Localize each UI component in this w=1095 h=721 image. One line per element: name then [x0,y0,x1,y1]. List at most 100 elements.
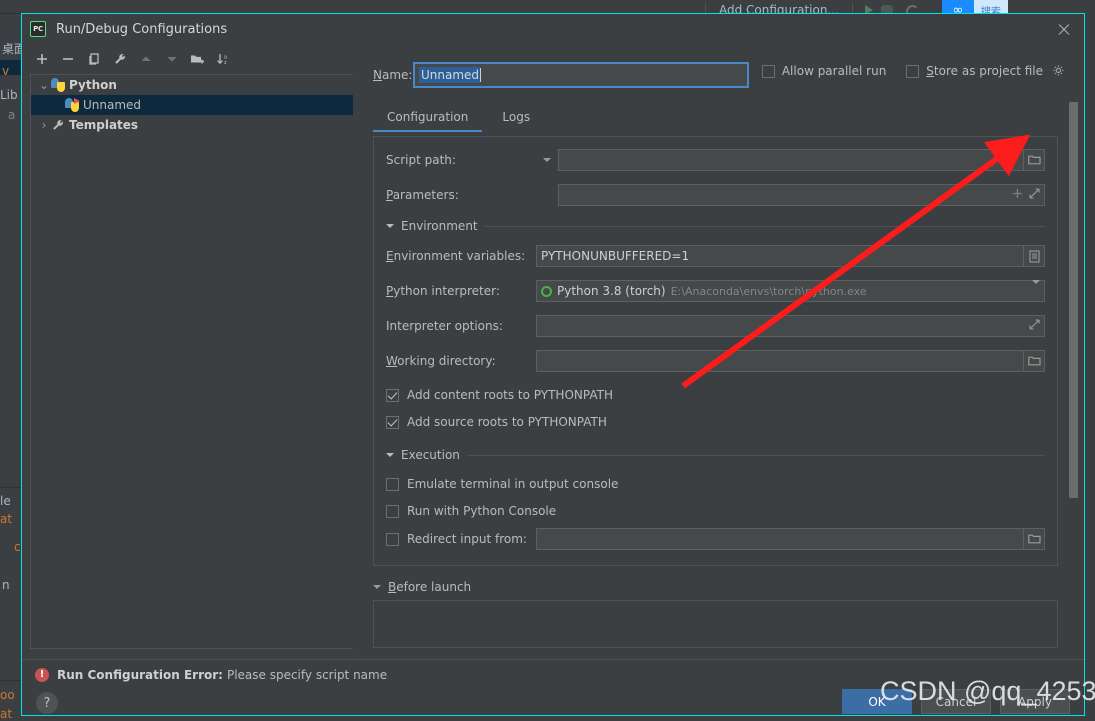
error-message: Please specify script name [226,667,388,682]
dropdown-icon[interactable] [1032,280,1040,298]
before-launch-section-header[interactable]: Before launch [373,580,1058,594]
background-text-fragment: at [0,512,13,526]
environment-variables-label: Environment variables: [386,249,526,263]
copy-configuration-button[interactable] [82,47,106,71]
background-text-fragment: le [0,494,11,508]
editor-tabs[interactable]: Configuration Logs [373,104,544,132]
execution-section-header[interactable]: Execution [386,448,1045,462]
plus-icon[interactable] [1012,188,1023,202]
configuration-form: Script path: Parameters: Environment Env… [373,136,1058,566]
add-content-roots-label: Add content roots to PYTHONPATH [407,388,613,402]
python-interpreter-value: Python 3.8 (torch) [557,284,666,298]
chevron-down-icon[interactable] [373,585,381,589]
move-down-button[interactable] [160,47,184,71]
dialog-titlebar: PC Run/Debug Configurations [22,14,1084,44]
checkbox-box[interactable] [906,64,920,78]
background-text-fragment: Lib [0,88,18,102]
tree-item-label: Python [69,78,117,92]
allow-parallel-run-label: Allow parallel run [781,64,887,78]
environment-section-title: Environment [401,219,478,233]
tab-configuration[interactable]: Configuration [373,104,483,132]
add-source-roots-checkbox[interactable]: Add source roots to PYTHONPATH [386,412,1045,432]
expand-icon[interactable] [1029,319,1040,333]
emulate-terminal-checkbox[interactable]: Emulate terminal in output console [386,474,1045,494]
move-up-button[interactable] [134,47,158,71]
tree-item-label: Templates [69,118,139,132]
checkbox-box[interactable] [386,477,399,491]
parameters-row: Parameters: [386,184,1045,206]
tree-item-python[interactable]: ⌄ Python [31,75,353,95]
script-path-row: Script path: [386,149,1045,171]
error-icon: ! [35,667,49,682]
configuration-options: Allow parallel run Store as project file [761,64,1066,78]
tree-toolbar: a z [22,44,353,74]
name-label: Name: [373,68,413,82]
background-text-fragment: oo [0,688,15,702]
help-button[interactable]: ? [36,692,58,714]
tab-logs[interactable]: Logs [488,104,544,132]
run-badge-icon [74,98,80,104]
script-path-input[interactable] [558,149,1024,171]
environment-section-header[interactable]: Environment [386,219,1045,233]
interpreter-options-input[interactable] [536,315,1045,337]
pycharm-logo-icon: PC [30,21,46,37]
working-directory-row: Working directory: [386,350,1045,372]
section-rule [484,225,1045,227]
create-folder-button[interactable] [186,47,210,71]
script-path-mode-dropdown[interactable] [536,158,558,162]
background-text-fragment: at [0,707,13,721]
expand-icon[interactable] [1029,188,1040,202]
allow-parallel-run-checkbox[interactable]: Allow parallel run [761,64,887,78]
redirect-input-row: Redirect input from: [386,528,1045,550]
remove-configuration-button[interactable] [56,47,80,71]
working-directory-label: Working directory: [386,354,496,368]
chevron-down-icon[interactable] [386,224,394,228]
configurations-tree-panel: a z ⌄ Python Unnamed › Templates [22,44,353,659]
add-source-roots-label: Add source roots to PYTHONPATH [407,415,607,429]
interpreter-options-label: Interpreter options: [386,319,503,333]
python-interpreter-dropdown[interactable]: Python 3.8 (torch) E:\Anaconda\envs\torc… [536,280,1045,302]
chevron-right-icon[interactable]: › [37,118,51,132]
vertical-scrollbar[interactable] [1069,102,1078,677]
name-input[interactable]: Unnamed [413,62,749,88]
environment-variables-input[interactable]: PYTHONUNBUFFERED=1 [536,245,1024,267]
add-content-roots-checkbox[interactable]: Add content roots to PYTHONPATH [386,385,1045,405]
checkbox-box[interactable] [386,415,399,429]
dialog-title: Run/Debug Configurations [56,21,228,37]
close-icon[interactable] [1056,22,1072,38]
run-debug-configurations-dialog: PC Run/Debug Configurations a z ⌄ Python… [21,13,1085,716]
checkbox-box[interactable] [761,64,775,78]
chevron-down-icon[interactable]: ⌄ [37,78,51,92]
before-launch-list[interactable]: . . . . . [373,600,1058,648]
python-run-icon [65,98,80,112]
folder-browse-icon[interactable] [1023,149,1045,171]
store-as-project-file-checkbox[interactable]: Store as project file [906,64,1066,78]
parameters-input[interactable] [558,184,1045,206]
sort-az-button[interactable]: a z [212,47,236,71]
checkbox-box[interactable] [386,388,399,402]
background-text-fragment: n [2,578,10,592]
run-with-python-console-checkbox[interactable]: Run with Python Console [386,501,1045,521]
folder-browse-icon[interactable] [1023,528,1045,550]
background-text-fragment: a [8,108,16,122]
redirect-input-label: Redirect input from: [407,532,527,546]
tree-item-templates[interactable]: › Templates [31,115,353,135]
background-text-fragment: v [2,64,10,78]
tree-item-unnamed[interactable]: Unnamed [31,95,353,115]
checkbox-box[interactable] [386,532,399,546]
name-input-value: Unnamed [419,67,481,83]
folder-browse-icon[interactable] [1023,350,1045,372]
chevron-down-icon[interactable] [386,453,394,457]
gear-icon[interactable] [1052,64,1066,78]
environment-variables-row: Environment variables: PYTHONUNBUFFERED=… [386,245,1045,267]
working-directory-input[interactable] [536,350,1024,372]
edit-templates-button[interactable] [108,47,132,71]
scrollbar-thumb[interactable] [1069,102,1078,498]
configurations-tree[interactable]: ⌄ Python Unnamed › Templates [30,74,353,649]
text-caret [480,68,482,82]
add-configuration-button[interactable] [30,47,54,71]
redirect-input-checkbox[interactable]: Redirect input from: [386,532,536,546]
redirect-input-field[interactable] [536,528,1024,550]
list-edit-icon[interactable] [1023,245,1045,267]
checkbox-box[interactable] [386,504,399,518]
